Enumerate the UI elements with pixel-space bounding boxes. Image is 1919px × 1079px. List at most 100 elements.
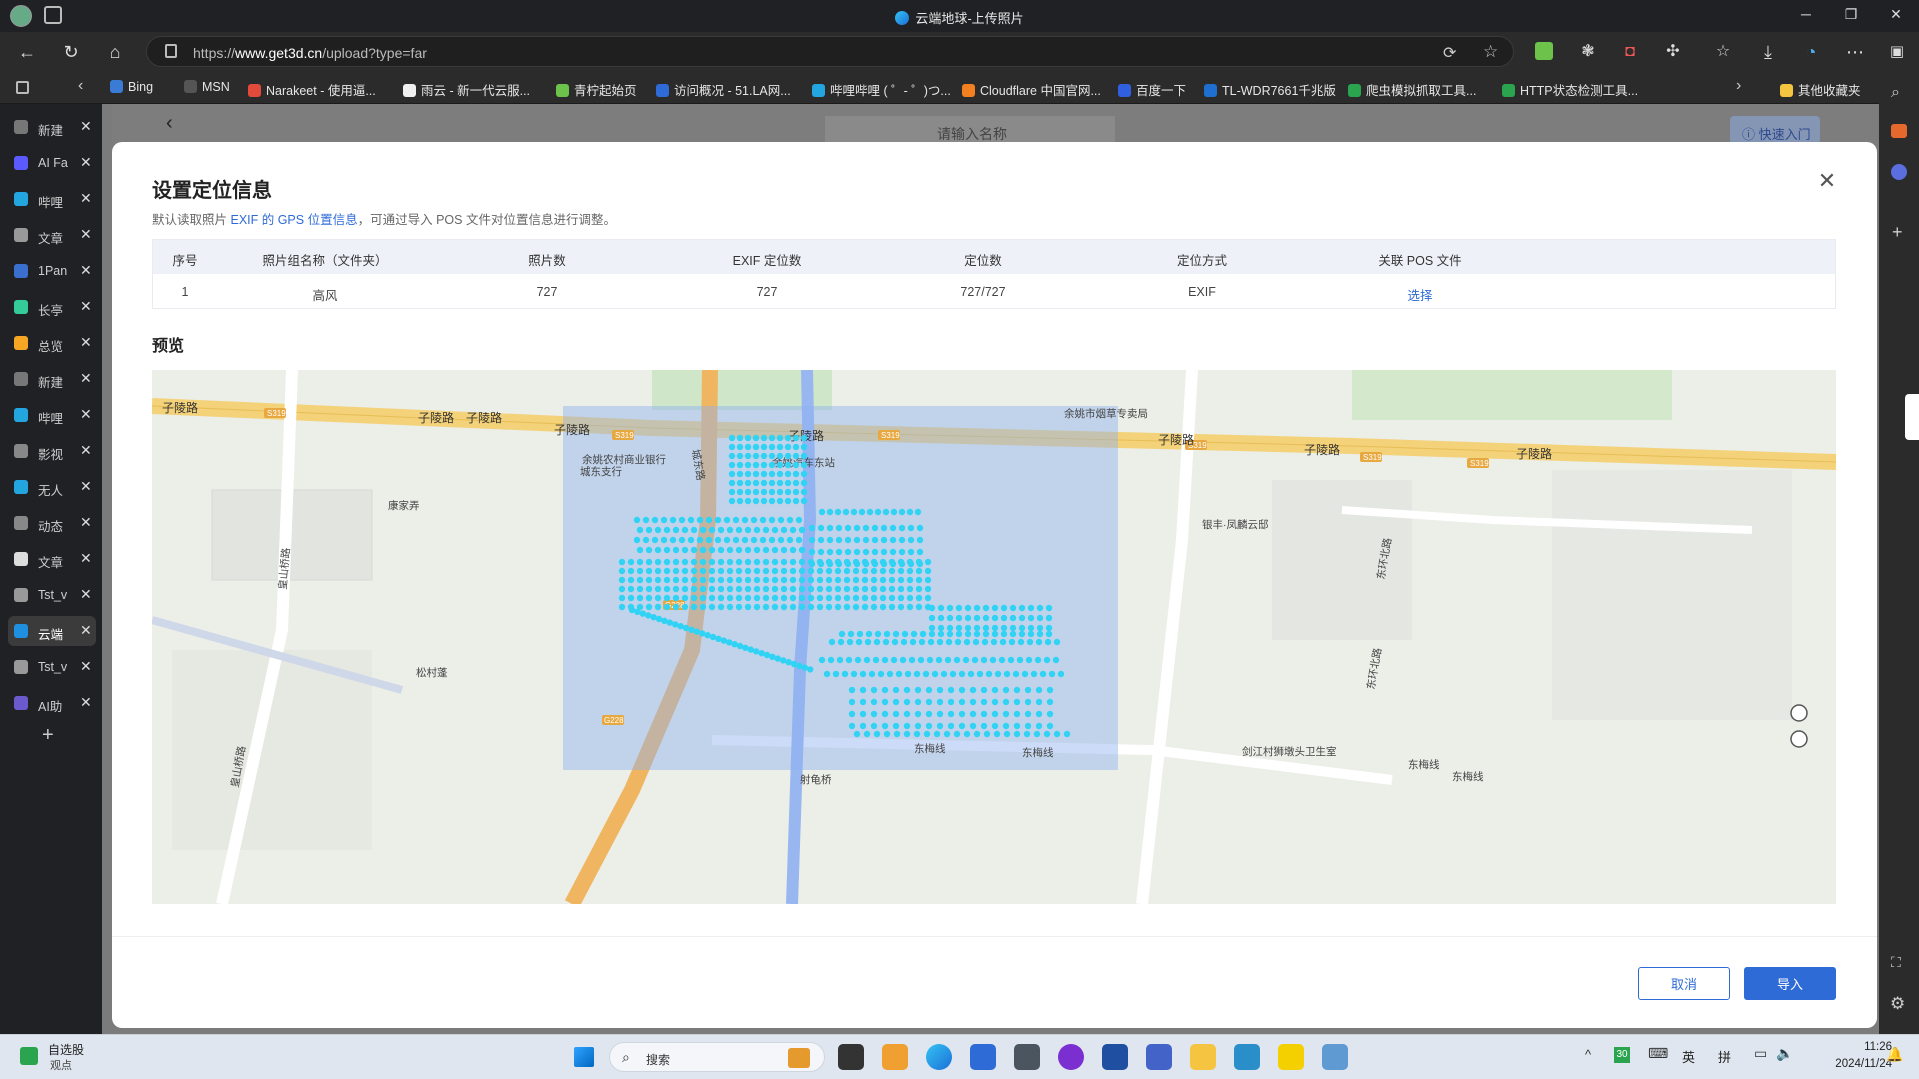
minimize-button[interactable]: ─ (1786, 6, 1826, 22)
ime-mode[interactable]: 拼 (1718, 1047, 1731, 1066)
vertical-tab[interactable]: 云端 ✕ (8, 616, 96, 646)
tab-close-icon[interactable]: ✕ (80, 334, 92, 351)
bookmark-item[interactable]: MSN (184, 80, 230, 94)
app-icon-5[interactable] (1102, 1044, 1128, 1070)
app-icon-7[interactable] (1234, 1044, 1260, 1070)
map-svg[interactable]: S319 S319 S319 S319 S319 S319 G228 G228 … (152, 370, 1836, 904)
vertical-tab[interactable]: AI Fa ✕ (8, 148, 96, 178)
extension-icon-3[interactable]: ◘ (1617, 40, 1643, 64)
clock-time[interactable]: 11:26 (1812, 1041, 1892, 1053)
vertical-tab[interactable]: 文章 ✕ (8, 220, 96, 250)
tab-close-icon[interactable]: ✕ (80, 298, 92, 315)
copilot-icon[interactable]: ◔ (1798, 40, 1824, 64)
import-button[interactable]: 导入 (1744, 967, 1836, 1000)
tab-close-icon[interactable]: ✕ (80, 226, 92, 243)
tab-close-icon[interactable]: ✕ (80, 406, 92, 423)
app-icon-6[interactable] (1146, 1044, 1172, 1070)
edge-taskbar-icon[interactable] (926, 1044, 952, 1070)
side-handle[interactable] (1905, 394, 1919, 440)
bookmark-item[interactable]: 哔哩哔哩 ( ゜- ゜)つ... (812, 80, 951, 99)
cancel-button[interactable]: 取消 (1638, 967, 1730, 1000)
bookmark-item[interactable]: 雨云 - 新一代云服... (403, 80, 530, 99)
refresh-icon[interactable]: ↻ (58, 40, 84, 64)
bookmark-item[interactable]: Narakeet - 使用逼... (248, 80, 376, 99)
volume-icon[interactable]: 🔈 (1776, 1045, 1793, 1062)
globe-icon[interactable] (1790, 730, 1808, 748)
extension-grid-icon[interactable] (1535, 42, 1553, 60)
tab-close-icon[interactable]: ✕ (80, 550, 92, 567)
tab-close-icon[interactable]: ✕ (80, 586, 92, 603)
warning-icon[interactable] (1278, 1044, 1304, 1070)
bookmark-item[interactable]: 百度一下 (1118, 80, 1186, 99)
tray-chevron-icon[interactable]: ^ (1585, 1047, 1591, 1062)
bookmark-item[interactable]: 访问概况 - 51.LA网... (656, 80, 791, 99)
favorites-icon[interactable]: ☆ (1710, 40, 1736, 64)
extension-icon-2[interactable]: ❃ (1575, 40, 1601, 64)
bookmark-item[interactable]: 爬虫模拟抓取工具... (1348, 80, 1476, 99)
vertical-tab[interactable]: 新建 ✕ (8, 112, 96, 142)
bookmarks-more-icon[interactable]: › (1736, 77, 1741, 95)
vertical-tab[interactable]: 文章 ✕ (8, 544, 96, 574)
vertical-tab[interactable]: 长亭 ✕ (8, 292, 96, 322)
clock-date[interactable]: 2024/11/24 (1812, 1058, 1892, 1070)
tab-close-icon[interactable]: ✕ (80, 658, 92, 675)
search-icon[interactable]: ⌕ (1891, 84, 1900, 102)
tab-close-icon[interactable]: ✕ (80, 154, 92, 171)
add-sidebar-icon[interactable]: + (1892, 222, 1903, 243)
bookmark-item[interactable]: Bing (110, 80, 153, 94)
tray-badge[interactable]: 30 (1614, 1047, 1630, 1063)
vertical-tab[interactable]: Tst_v ✕ (8, 580, 96, 610)
url-text[interactable]: https://www.get3d.cn/upload?type=far (193, 45, 427, 61)
map-preview[interactable]: S319 S319 S319 S319 S319 S319 G228 G228 … (152, 370, 1836, 904)
settings-gear-icon[interactable]: ⚙ (1890, 994, 1905, 1014)
app-icon-4[interactable] (1058, 1044, 1084, 1070)
network-icon[interactable]: ▭ (1754, 1045, 1767, 1062)
more-icon[interactable]: ⋯ (1842, 40, 1868, 64)
start-icon[interactable] (574, 1047, 594, 1067)
favorite-star-icon[interactable]: ☆ (1483, 42, 1498, 62)
bookmark-item[interactable]: 青柠起始页 (556, 80, 637, 99)
vertical-tab[interactable]: 总览 ✕ (8, 328, 96, 358)
reader-icon[interactable]: ⟳ (1443, 43, 1456, 63)
page-back-icon[interactable]: ‹ (166, 112, 173, 135)
select-pos-link[interactable]: 选择 (1311, 285, 1529, 304)
new-tab-button[interactable]: + (42, 724, 54, 747)
tab-close-icon[interactable]: ✕ (80, 118, 92, 135)
tab-close-icon[interactable]: ✕ (80, 514, 92, 531)
task-view-icon[interactable] (838, 1044, 864, 1070)
app-icon-3[interactable] (1014, 1044, 1040, 1070)
tab-close-icon[interactable]: ✕ (80, 370, 92, 387)
file-explorer-icon[interactable] (1190, 1044, 1216, 1070)
screenshot-icon[interactable]: ⛶ (1891, 954, 1901, 971)
stock-widget-icon[interactable] (20, 1047, 38, 1065)
back-icon[interactable]: ← (14, 40, 40, 64)
home-icon[interactable]: ⌂ (102, 40, 128, 64)
tab-close-icon[interactable]: ✕ (80, 622, 92, 639)
collapse-tabs-icon[interactable]: ‹ (78, 77, 83, 95)
vertical-tab[interactable]: Tst_v ✕ (8, 652, 96, 682)
vertical-tab[interactable]: 动态 ✕ (8, 508, 96, 538)
locate-icon[interactable] (1790, 704, 1808, 722)
app-icon-2[interactable] (970, 1044, 996, 1070)
page-search-input[interactable]: 请输入名称 (825, 116, 1115, 142)
vertical-tab[interactable]: 新建 ✕ (8, 364, 96, 394)
ime-lang[interactable]: 英 (1682, 1047, 1695, 1066)
app-icon-8[interactable] (1322, 1044, 1348, 1070)
tab-actions-icon[interactable] (16, 81, 29, 94)
stock-widget-title[interactable]: 自选股 (48, 1041, 84, 1058)
restore-button[interactable]: ❐ (1831, 6, 1871, 23)
bookmark-item[interactable]: HTTP状态检测工具... (1502, 80, 1638, 99)
tab-close-icon[interactable]: ✕ (80, 262, 92, 279)
vertical-tab[interactable]: 影视 ✕ (8, 436, 96, 466)
address-bar[interactable]: https://www.get3d.cn/upload?type=far ⟳ ☆ (146, 36, 1514, 67)
bookmark-item[interactable]: Cloudflare 中国官网... (962, 80, 1101, 99)
vertical-tab[interactable]: 哔哩 ✕ (8, 184, 96, 214)
notification-bell-icon[interactable]: 🔔 (1886, 1046, 1903, 1063)
tab-close-icon[interactable]: ✕ (80, 694, 92, 711)
subtitle-link[interactable]: EXIF 的 GPS 位置信息 (230, 213, 357, 227)
tab-close-icon[interactable]: ✕ (80, 478, 92, 495)
tab-close-icon[interactable]: ✕ (80, 190, 92, 207)
bookmark-item[interactable]: TL-WDR7661千兆版 (1204, 80, 1336, 99)
downloads-icon[interactable]: ⤓ (1755, 40, 1781, 64)
taskbar-search[interactable]: ⌕ 搜索 (609, 1042, 825, 1072)
